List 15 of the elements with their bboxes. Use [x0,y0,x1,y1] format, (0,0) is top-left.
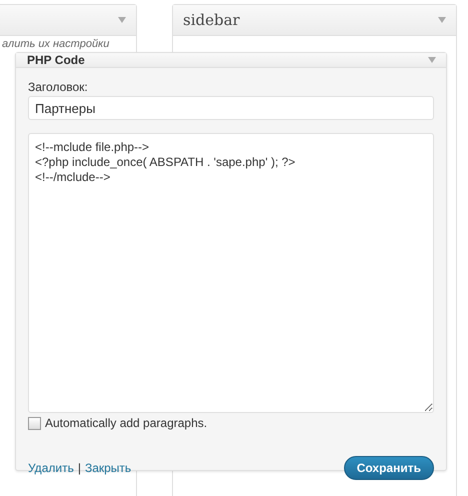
caret-icon[interactable] [438,17,446,23]
delete-link[interactable]: Удалить [28,461,74,475]
caret-icon[interactable] [118,17,126,23]
checkbox[interactable] [28,416,41,430]
title-input[interactable]: Партнеры [28,96,434,120]
code-field[interactable]: <!--mclude file.php--> <?php include_once( ABSPATH . 'sape.php' ); ?> <!--/mclude--> [28,133,434,413]
checkbox-label: Automatically add paragraphs. [45,416,208,430]
save-button[interactable]: Сохранить [344,456,434,480]
link-separator: | [78,461,81,475]
dialog-title: PHP Code [27,53,85,67]
close-link[interactable]: Закрыть [84,461,132,475]
field-label: Заголовок: [28,80,89,94]
panel-description: алить их настройки [2,38,110,51]
caret-icon[interactable] [428,57,436,63]
panel-title: sidebar [183,11,240,29]
